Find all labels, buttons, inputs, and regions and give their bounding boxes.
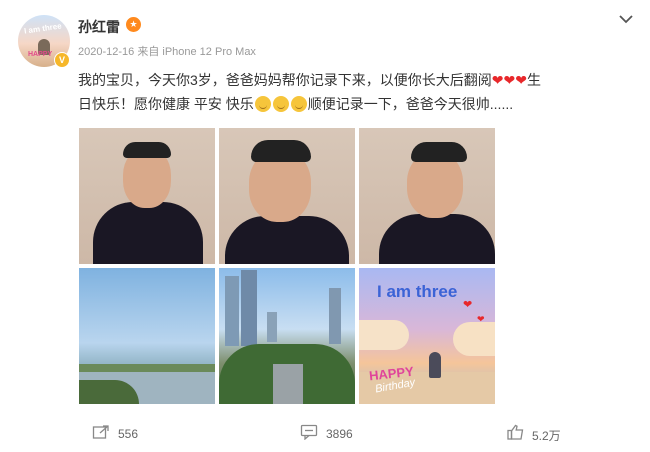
photo-4[interactable]	[79, 268, 215, 404]
photo-2[interactable]	[219, 128, 355, 264]
comment-count[interactable]: 3896	[326, 427, 353, 441]
photo-shape	[225, 216, 349, 264]
photo-shape	[273, 364, 303, 404]
heart-icon: ❤	[491, 72, 504, 88]
photo-3[interactable]	[359, 128, 495, 264]
chevron-down-icon[interactable]	[618, 13, 634, 25]
photo-shape	[93, 202, 203, 264]
photo-1[interactable]	[79, 128, 215, 264]
post-meta: 2020-12-16 来自 iPhone 12 Pro Max	[78, 46, 256, 58]
comment-icon[interactable]	[300, 424, 318, 440]
photo-shape	[359, 320, 409, 350]
smile-emoji-icon	[272, 96, 289, 112]
photo-shape	[123, 142, 171, 158]
vip-icon[interactable]: ★	[126, 17, 141, 32]
avatar-text: I am three	[23, 21, 63, 36]
smile-emoji-icon	[254, 96, 271, 112]
heart-icon: ❤	[515, 72, 527, 88]
post-text: 我的宝贝，今天你3岁，爸爸妈妈帮你记录下来，以便你长大后翻阅❤❤❤生日快乐！愿你…	[78, 68, 548, 116]
photo-shape	[267, 312, 277, 342]
photo-6-title: I am three	[377, 282, 458, 301]
photo-shape	[79, 364, 215, 372]
heart-icon: ❤	[503, 72, 516, 88]
photo-shape	[329, 288, 341, 344]
like-icon[interactable]	[507, 424, 525, 440]
photo-shape	[225, 276, 239, 346]
photo-shape	[453, 322, 495, 356]
username[interactable]: 孙红雷	[78, 17, 120, 37]
photo-shape	[429, 352, 441, 378]
photo-shape	[411, 142, 467, 162]
post-text-part1: 我的宝贝，今天你3岁，爸爸妈妈帮你记录下来，以便你长大后翻阅	[78, 72, 492, 88]
like-count[interactable]: 5.2万	[532, 427, 561, 444]
photo-shape	[241, 270, 257, 346]
verified-icon: V	[54, 52, 70, 68]
avatar-badge: HAPPY	[28, 51, 53, 58]
photo-shape	[379, 214, 495, 264]
heart-icon: ❤	[463, 299, 473, 311]
share-count[interactable]: 556	[118, 427, 138, 441]
photo-5[interactable]	[219, 268, 355, 404]
post-text-part3: 顺便记录一下，爸爸今天很帅......	[307, 96, 514, 112]
share-icon[interactable]	[92, 424, 110, 440]
smile-emoji-icon	[290, 96, 307, 112]
photo-shape	[251, 140, 311, 162]
photo-6[interactable]: I am three ❤ ❤ HAPPY Birthday	[359, 268, 495, 404]
